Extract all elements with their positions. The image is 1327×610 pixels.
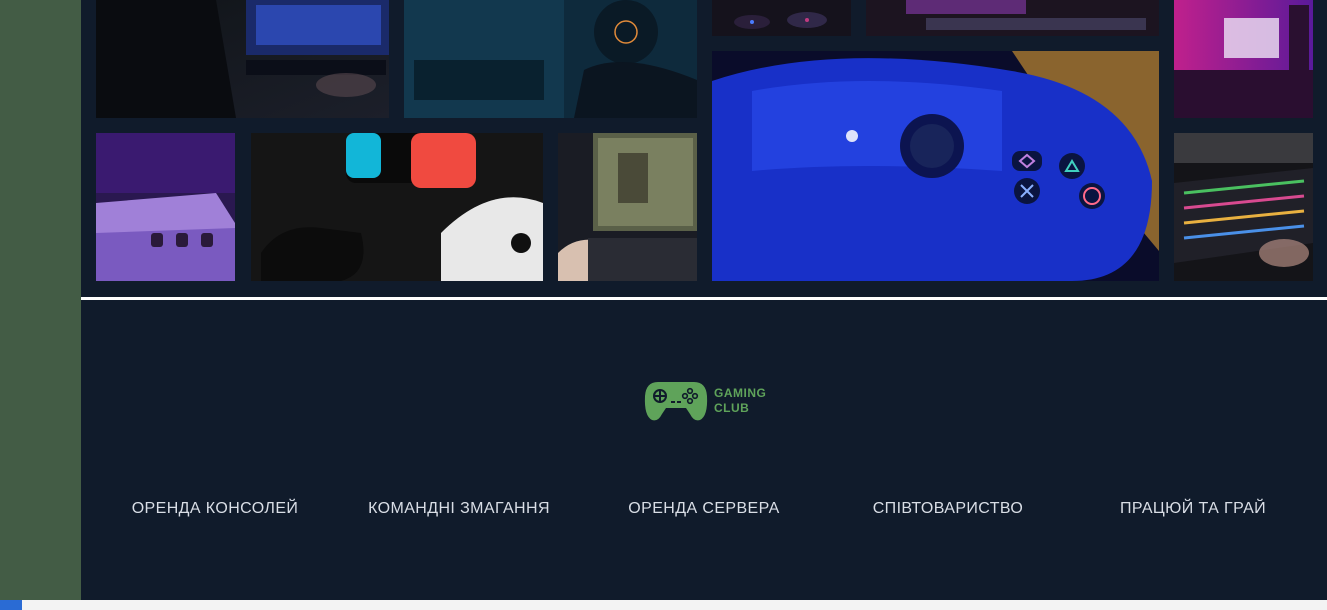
logo-text-line1: GAMING xyxy=(714,386,767,400)
footer: GAMING CLUB ОРЕНДА КОНСОЛЕЙ КОМАНДНІ ЗМА… xyxy=(81,300,1327,600)
logo-text-line2: CLUB xyxy=(714,401,750,415)
page-content: GAMING CLUB ОРЕНДА КОНСОЛЕЙ КОМАНДНІ ЗМА… xyxy=(81,0,1327,600)
nav-link-team-competitions[interactable]: КОМАНДНІ ЗМАГАННЯ xyxy=(368,500,550,518)
nav-link-community[interactable]: СПІВТОВАРИСТВО xyxy=(873,500,1024,518)
neon-room-photo xyxy=(1174,0,1313,118)
nintendo-switch-controllers-photo xyxy=(251,133,543,281)
gamepad-icon xyxy=(644,382,708,421)
nav-link-console-rental[interactable]: ОРЕНДА КОНСОЛЕЙ xyxy=(132,500,299,518)
left-sidebar-strip xyxy=(0,0,81,600)
gaming-club-logo[interactable]: GAMING CLUB xyxy=(644,378,774,424)
photo-gallery xyxy=(81,0,1327,297)
editor-status-bar xyxy=(0,600,1327,610)
nav-link-server-rental[interactable]: ОРЕНДА СЕРВЕРА xyxy=(628,500,779,518)
gamer-with-headset-photo xyxy=(404,0,697,118)
rgb-keyboard-photo xyxy=(1174,133,1313,281)
nav-link-work-and-play[interactable]: ПРАЦЮЙ ТА ГРАЙ xyxy=(1120,500,1266,518)
gaming-mice-photo xyxy=(712,0,851,36)
status-bar-accent xyxy=(0,600,22,610)
playstation-controller-photo xyxy=(712,51,1159,281)
keyboard-glow-photo xyxy=(866,0,1159,36)
laptop-game-photo xyxy=(558,133,697,281)
gamer-at-monitor-photo xyxy=(96,0,389,118)
logo-text: GAMING CLUB xyxy=(714,386,766,416)
footer-nav: ОРЕНДА КОНСОЛЕЙ КОМАНДНІ ЗМАГАННЯ ОРЕНДА… xyxy=(81,500,1327,522)
sega-dreamcast-photo xyxy=(96,133,235,281)
